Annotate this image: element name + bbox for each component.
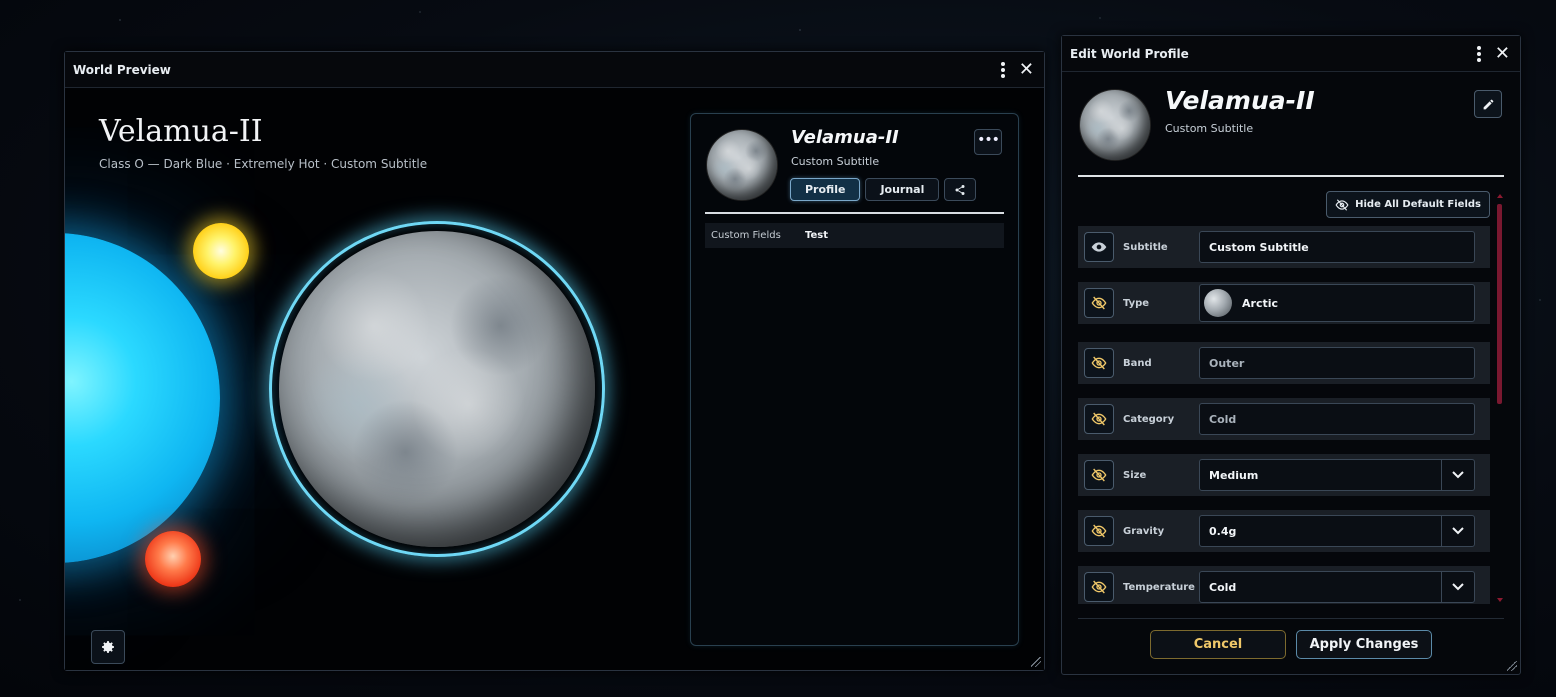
close-icon[interactable]: ✕ (1019, 60, 1034, 79)
temperature-value: Cold (1209, 580, 1237, 594)
field-label: Category (1123, 413, 1175, 425)
card-divider (705, 212, 1004, 214)
type-picker[interactable]: Arctic (1199, 284, 1475, 322)
field-list-scrollbar[interactable] (1497, 194, 1503, 602)
scroll-up-arrow[interactable] (1497, 194, 1503, 198)
field-label: Size (1123, 469, 1147, 481)
eye-off-icon (1091, 296, 1107, 310)
chevron-down-icon[interactable] (1441, 460, 1474, 490)
band-input[interactable]: Outer (1199, 347, 1475, 379)
planet-image[interactable] (279, 231, 595, 547)
scroll-thumb[interactable] (1497, 204, 1502, 404)
hide-all-label: Hide All Default Fields (1355, 199, 1481, 210)
apply-changes-button[interactable]: Apply Changes (1296, 630, 1432, 659)
settings-button[interactable] (91, 630, 125, 664)
cancel-button[interactable]: Cancel (1150, 630, 1286, 659)
edit-header: Edit World Profile ✕ (1062, 36, 1520, 72)
field-row-band: Band Outer (1078, 342, 1490, 384)
subtitle-input[interactable]: Custom Subtitle (1199, 231, 1475, 263)
share-button[interactable] (944, 178, 977, 201)
eye-icon (1091, 242, 1107, 252)
pencil-icon (1483, 99, 1493, 109)
visibility-toggle[interactable] (1084, 288, 1114, 318)
red-star[interactable] (145, 531, 201, 587)
footer-divider (1078, 618, 1504, 619)
edit-planet-thumbnail[interactable] (1080, 90, 1150, 160)
eye-off-icon (1091, 356, 1107, 370)
eye-off-icon (1335, 198, 1349, 211)
field-row-gravity: Gravity 0.4g (1078, 510, 1490, 552)
edit-world-profile-window: Edit World Profile ✕ Velamua-II Custom S… (1061, 35, 1521, 675)
size-select[interactable]: Medium (1199, 459, 1475, 491)
preview-canvas: Velamua-II Class O — Dark Blue · Extreme… (65, 88, 1044, 670)
world-subtitle: Class O — Dark Blue · Extremely Hot · Cu… (99, 157, 428, 171)
field-label: Type (1123, 297, 1150, 309)
field-label: Band (1123, 357, 1152, 369)
tab-journal[interactable]: Journal (865, 178, 940, 201)
size-value: Medium (1209, 468, 1259, 482)
field-row-type: Type Arctic (1078, 282, 1490, 324)
gravity-value: 0.4g (1209, 524, 1237, 538)
card-field-row: Custom Fields Test (705, 223, 1004, 248)
tab-profile[interactable]: Profile (790, 178, 861, 201)
visibility-toggle[interactable] (1084, 232, 1114, 262)
card-planet-thumbnail (707, 130, 777, 200)
visibility-toggle[interactable] (1084, 404, 1114, 434)
kebab-menu-icon[interactable] (1000, 61, 1005, 78)
edit-profile-summary: Velamua-II Custom Subtitle (1062, 72, 1520, 178)
edit-name-button[interactable] (1474, 90, 1502, 118)
chevron-down-icon[interactable] (1441, 516, 1474, 546)
visibility-toggle[interactable] (1084, 460, 1114, 490)
field-label: Gravity (1123, 525, 1165, 537)
field-label: Subtitle (1123, 241, 1168, 253)
edit-world-name: Velamua-II (1165, 86, 1315, 115)
temperature-select[interactable]: Cold (1199, 571, 1475, 603)
window-title: Edit World Profile (1070, 46, 1189, 61)
hide-all-default-fields-button[interactable]: Hide All Default Fields (1326, 191, 1490, 218)
edit-world-subtitle: Custom Subtitle (1165, 122, 1254, 135)
blue-star[interactable] (65, 233, 220, 563)
type-value: Arctic (1242, 296, 1279, 310)
share-icon (955, 184, 965, 195)
field-row-category: Category Cold (1078, 398, 1490, 440)
eye-off-icon (1091, 412, 1107, 426)
visibility-toggle[interactable] (1084, 348, 1114, 378)
world-preview-window: World Preview ✕ Velamua-II Class O — Dar… (64, 51, 1045, 671)
visibility-toggle[interactable] (1084, 572, 1114, 602)
resize-handle[interactable] (1507, 661, 1517, 671)
kebab-menu-icon[interactable] (1476, 45, 1481, 62)
card-more-button[interactable]: ••• (974, 129, 1002, 155)
card-tabs: Profile Journal (790, 178, 977, 201)
gravity-select[interactable]: 0.4g (1199, 515, 1475, 547)
profile-card: Velamua-II Custom Subtitle ••• Profile J… (690, 113, 1019, 646)
close-icon[interactable]: ✕ (1495, 44, 1510, 63)
scroll-down-arrow[interactable] (1497, 598, 1503, 602)
field-row-temperature: Temperature Cold (1078, 566, 1490, 604)
card-field-value: Test (805, 230, 829, 241)
yellow-star[interactable] (193, 223, 249, 279)
card-field-key: Custom Fields (711, 230, 781, 241)
card-world-subtitle: Custom Subtitle (791, 155, 880, 168)
type-thumbnail (1204, 289, 1232, 317)
edit-divider (1078, 175, 1504, 177)
world-name: Velamua-II (99, 114, 263, 149)
card-world-name: Velamua-II (791, 127, 899, 148)
field-label: Temperature (1123, 581, 1195, 593)
world-preview-header: World Preview ✕ (65, 52, 1044, 88)
resize-handle[interactable] (1031, 657, 1041, 667)
chevron-down-icon[interactable] (1441, 572, 1474, 602)
window-title: World Preview (73, 62, 171, 77)
visibility-toggle[interactable] (1084, 516, 1114, 546)
eye-off-icon (1091, 580, 1107, 594)
eye-off-icon (1091, 524, 1107, 538)
field-list: Subtitle Custom Subtitle Type Arctic Ban… (1078, 226, 1490, 604)
field-row-size: Size Medium (1078, 454, 1490, 496)
gear-icon (102, 641, 114, 653)
category-input[interactable]: Cold (1199, 403, 1475, 435)
eye-off-icon (1091, 468, 1107, 482)
field-row-subtitle: Subtitle Custom Subtitle (1078, 226, 1490, 268)
